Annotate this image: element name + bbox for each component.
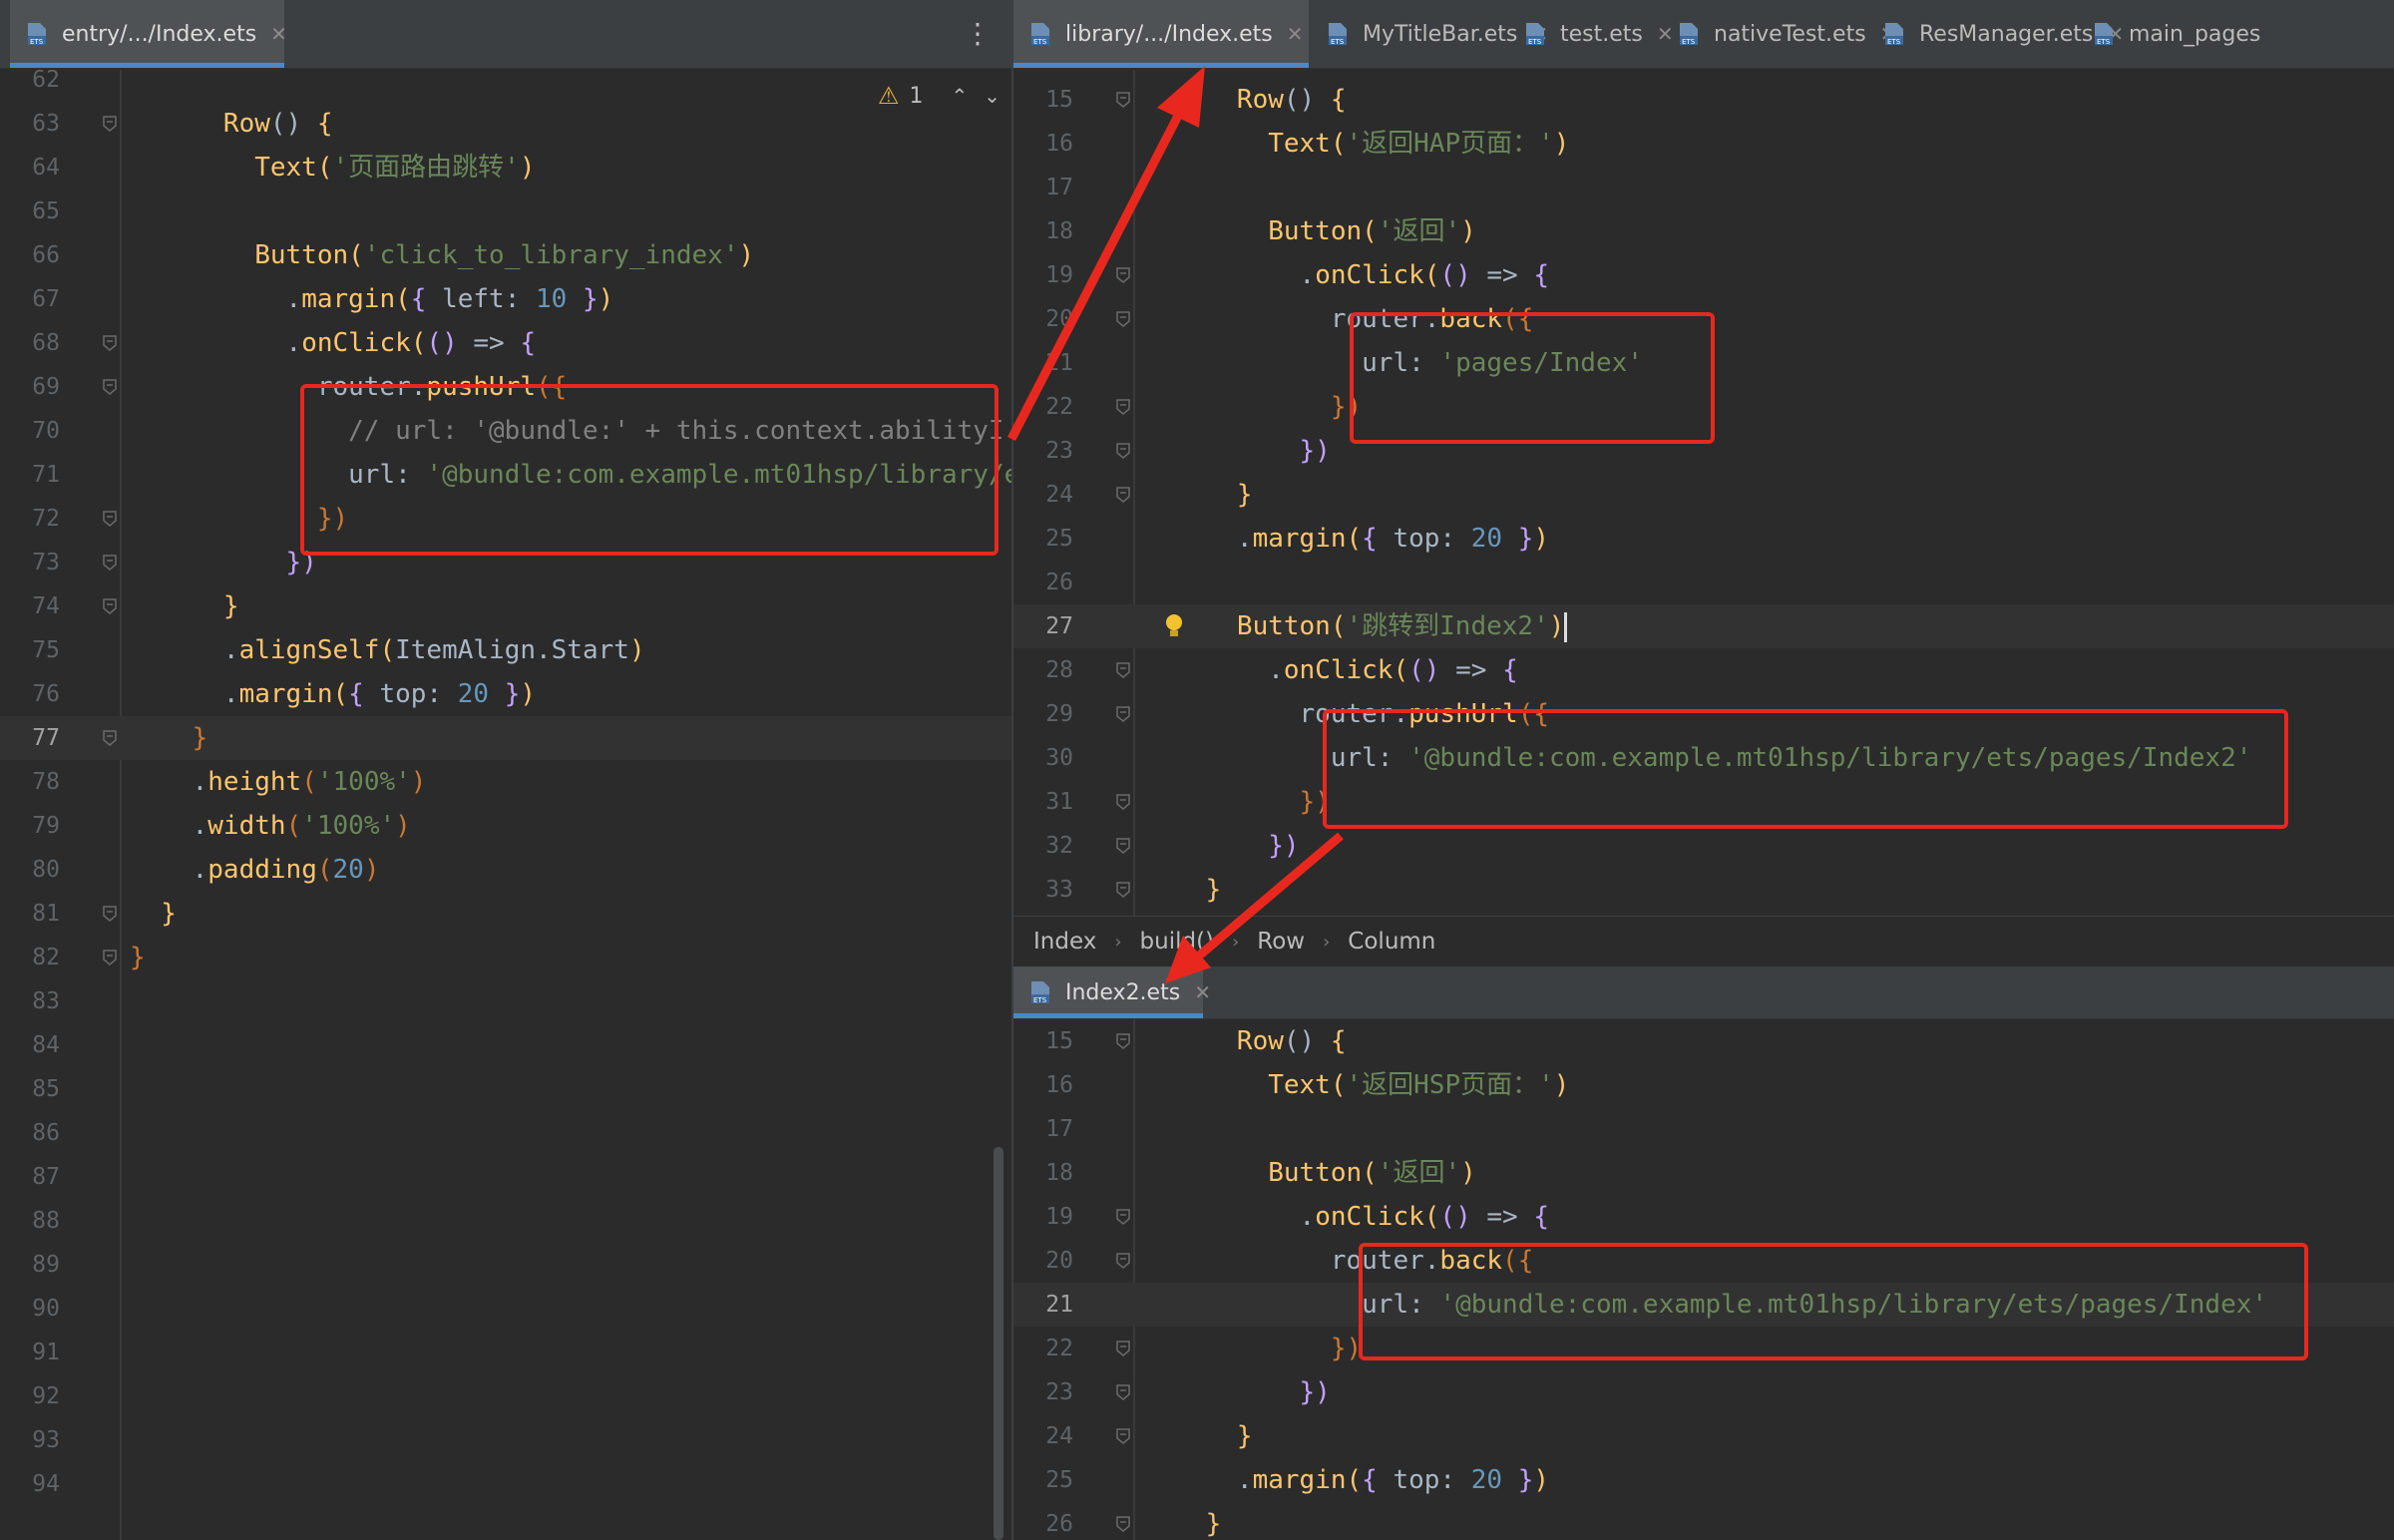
arrow-to-library-tab bbox=[1006, 66, 1205, 442]
arrow-to-index2-tab bbox=[1165, 832, 1344, 983]
annotation-arrows bbox=[1006, 66, 1344, 983]
